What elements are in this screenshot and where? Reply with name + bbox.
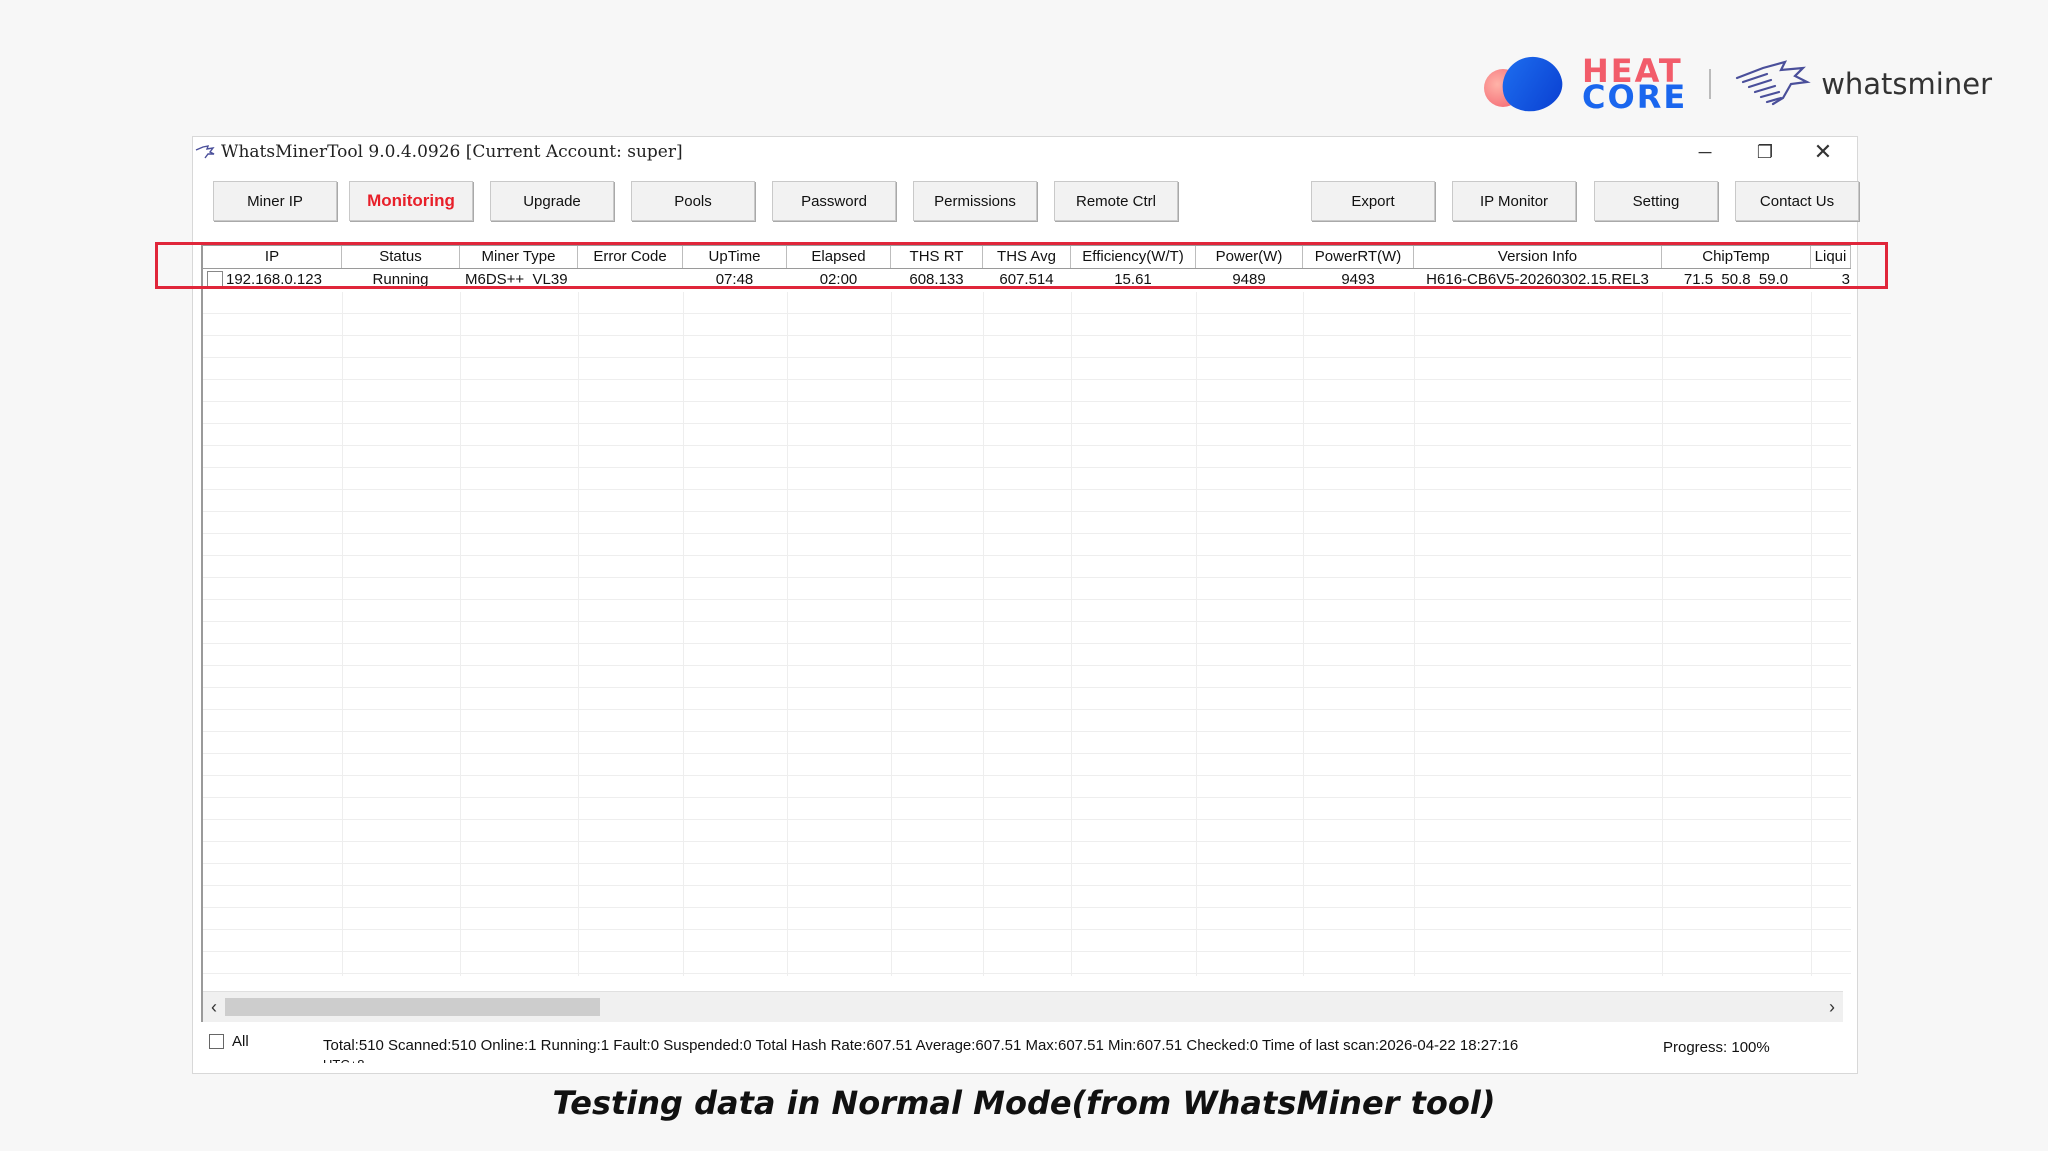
- contact-us-button[interactable]: Contact Us: [1735, 181, 1859, 221]
- checkbox-icon[interactable]: [209, 1034, 224, 1049]
- brand-logos: HEAT CORE whatsminer: [1484, 50, 1992, 118]
- remote-ctrl-button[interactable]: Remote Ctrl: [1054, 181, 1178, 221]
- window-title: WhatsMinerTool 9.0.4.0926 [Current Accou…: [221, 142, 683, 162]
- heatcore-wordmark: HEAT CORE: [1582, 55, 1688, 116]
- minimize-icon[interactable]: ─: [1685, 137, 1725, 167]
- grid-lines: [203, 292, 1851, 976]
- scan-summary-timezone: UTC+8: [323, 1055, 365, 1063]
- miner-table: IP Status Miner Type Error Code UpTime E…: [201, 245, 1851, 1022]
- whatsminer-horse-icon: [1736, 60, 1811, 106]
- core-text: CORE: [1582, 78, 1688, 116]
- upgrade-button[interactable]: Upgrade: [490, 181, 614, 221]
- scan-summary: Total:510 Scanned:510 Online:1 Running:1…: [323, 1037, 1519, 1054]
- select-all-label: All: [232, 1033, 249, 1050]
- close-icon[interactable]: ✕: [1803, 137, 1843, 167]
- permissions-button[interactable]: Permissions: [913, 181, 1037, 221]
- brand-divider: [1709, 69, 1712, 99]
- scrollbar-thumb[interactable]: [225, 998, 600, 1016]
- scroll-right-icon[interactable]: ›: [1821, 992, 1843, 1022]
- monitoring-button[interactable]: Monitoring: [349, 181, 473, 221]
- highlight-box: [155, 242, 1888, 289]
- horizontal-scrollbar[interactable]: ‹ ›: [203, 991, 1843, 1022]
- scroll-left-icon[interactable]: ‹: [203, 992, 225, 1022]
- pools-button[interactable]: Pools: [631, 181, 755, 221]
- progress-text: Progress: 100%: [1663, 1039, 1770, 1056]
- caption: Testing data in Normal Mode(from WhatsMi…: [552, 1084, 1496, 1122]
- setting-button[interactable]: Setting: [1594, 181, 1718, 221]
- status-bar: All Total:510 Scanned:510 Online:1 Runni…: [193, 1029, 1857, 1069]
- export-button[interactable]: Export: [1311, 181, 1435, 221]
- app-icon: [195, 145, 215, 159]
- title-bar: WhatsMinerTool 9.0.4.0926 [Current Accou…: [193, 137, 1857, 167]
- password-button[interactable]: Password: [772, 181, 896, 221]
- toolbar: Miner IP Monitoring Upgrade Pools Passwo…: [211, 181, 1859, 223]
- miner-ip-button[interactable]: Miner IP: [213, 181, 337, 221]
- heatcore-logo-mark: [1484, 50, 1576, 118]
- ip-monitor-button[interactable]: IP Monitor: [1452, 181, 1576, 221]
- whatsminer-wordmark: whatsminer: [1821, 67, 1992, 101]
- select-all-checkbox[interactable]: All: [209, 1033, 249, 1050]
- restore-icon[interactable]: ❐: [1745, 137, 1785, 167]
